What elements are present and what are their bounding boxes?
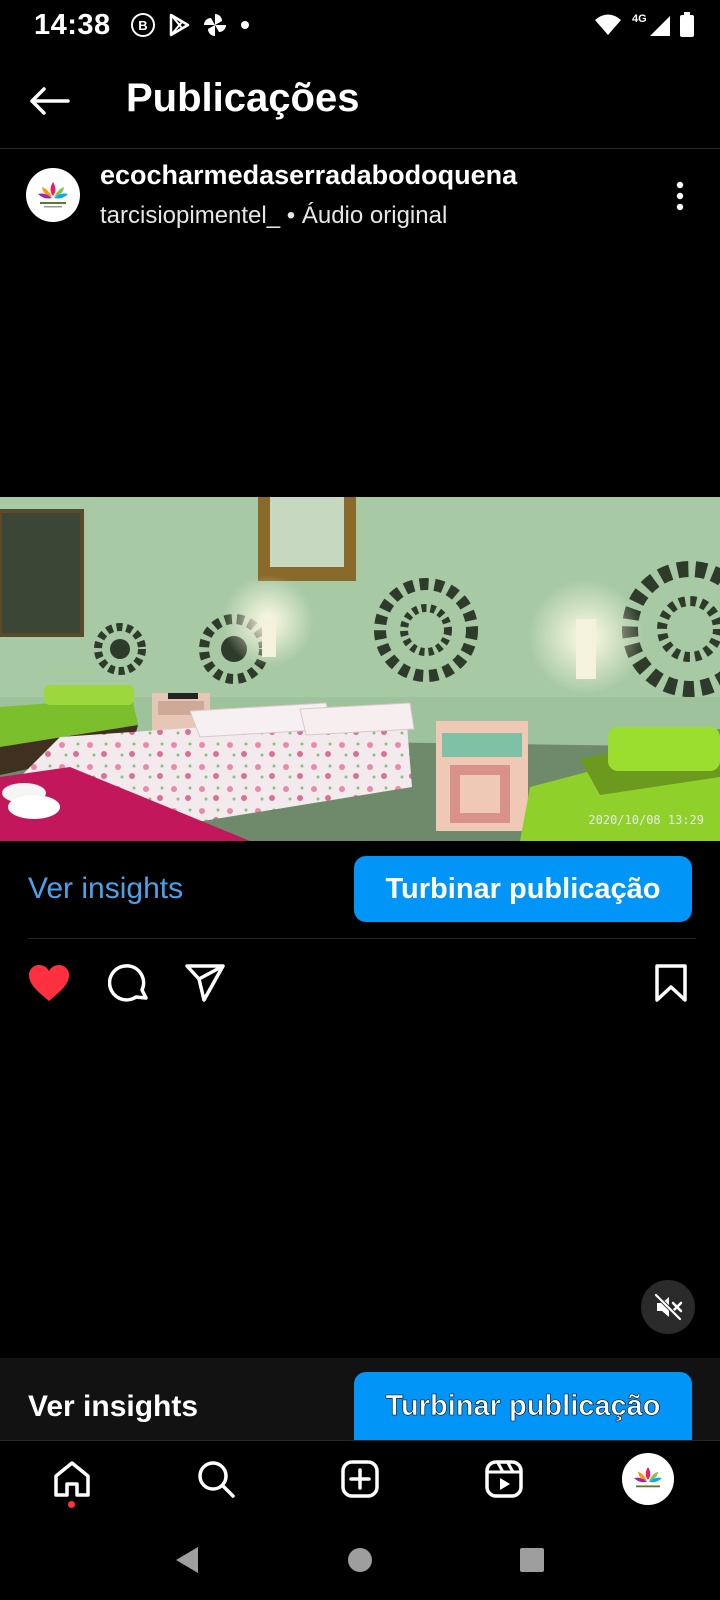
comment-button[interactable]: [104, 958, 154, 1008]
more-vertical-icon: [676, 181, 684, 211]
svg-text:B: B: [138, 18, 147, 33]
bookmark-icon: [655, 964, 687, 1002]
boost-post-button[interactable]: Turbinar publicação: [354, 856, 692, 922]
network-label: 4G: [632, 13, 647, 25]
search-icon: [198, 1461, 235, 1498]
wifi-icon: [595, 14, 621, 35]
like-button[interactable]: [24, 958, 74, 1008]
separator: •: [286, 202, 296, 229]
share-button[interactable]: [180, 958, 230, 1008]
media-timestamp: 2020/10/08 13:29: [588, 813, 704, 827]
status-icons-left: B: [130, 12, 252, 38]
system-nav-bar: [0, 1520, 720, 1600]
post-media[interactable]: 2020/10/08 13:29: [0, 497, 720, 841]
create-icon: [341, 1460, 379, 1498]
heart-icon: [29, 965, 69, 1001]
nav-home[interactable]: [42, 1449, 102, 1509]
nav-create[interactable]: [330, 1449, 390, 1509]
home-icon: [54, 1461, 90, 1497]
audio-label[interactable]: Áudio original: [302, 202, 447, 229]
back-button[interactable]: [26, 78, 72, 124]
status-icons-right: 4G: [594, 12, 694, 38]
nav-reels[interactable]: [474, 1449, 534, 1509]
bottom-nav: [0, 1441, 720, 1513]
share-icon: [185, 964, 225, 1002]
view-insights-link[interactable]: Ver insights: [28, 872, 183, 906]
save-button[interactable]: [646, 958, 696, 1008]
brand-logo-icon: [634, 1467, 662, 1488]
divider: [0, 148, 720, 149]
nav-search[interactable]: [186, 1449, 246, 1509]
post-username[interactable]: ecocharmedaserradabodoquena: [100, 160, 517, 191]
status-time: 14:38: [34, 9, 111, 41]
square-recents-icon: [520, 1548, 544, 1572]
reels-icon: [485, 1460, 523, 1498]
post-subline: tarcisiopimentel_ • Áudio original: [100, 202, 447, 230]
post-actions: [0, 958, 720, 1008]
notification-dot: [68, 1501, 75, 1508]
sticky-view-insights-link[interactable]: Ver insights: [28, 1390, 198, 1424]
page-title: Publicações: [126, 76, 360, 120]
more-options-button[interactable]: [670, 176, 690, 216]
status-bar: 14:38 B 4G: [0, 0, 720, 52]
b-badge-icon: B: [131, 13, 155, 37]
circle-home-icon: [348, 1548, 372, 1572]
sticky-insights-bar: Ver insights Turbinar publicação: [0, 1358, 720, 1440]
arrow-left-icon: [30, 87, 70, 115]
header: Publicações: [0, 64, 720, 136]
pinwheel-icon: [204, 14, 226, 36]
post-author[interactable]: tarcisiopimentel_: [100, 202, 280, 229]
comment-icon: [108, 964, 148, 1002]
nav-profile[interactable]: [618, 1449, 678, 1509]
signal-icon: 4G: [632, 13, 670, 36]
battery-icon: [680, 12, 694, 37]
triangle-back-icon: [176, 1547, 198, 1573]
sticky-boost-post-button[interactable]: Turbinar publicação: [354, 1372, 692, 1440]
post-header: ecocharmedaserradabodoquena tarcisiopime…: [0, 150, 720, 240]
system-back-button[interactable]: [164, 1538, 208, 1582]
insights-row: Ver insights Turbinar publicação: [0, 852, 720, 928]
play-store-icon: [169, 13, 190, 37]
profile-avatar: [622, 1453, 674, 1505]
mute-toggle-button[interactable]: [641, 1280, 695, 1334]
avatar[interactable]: [26, 168, 80, 222]
bedroom-photo: [0, 497, 720, 841]
dot-icon: [241, 21, 249, 29]
brand-logo-icon: [38, 182, 68, 208]
system-home-button[interactable]: [338, 1538, 382, 1582]
system-recents-button[interactable]: [510, 1538, 554, 1582]
divider: [28, 938, 696, 939]
muted-speaker-icon: [654, 1293, 683, 1321]
